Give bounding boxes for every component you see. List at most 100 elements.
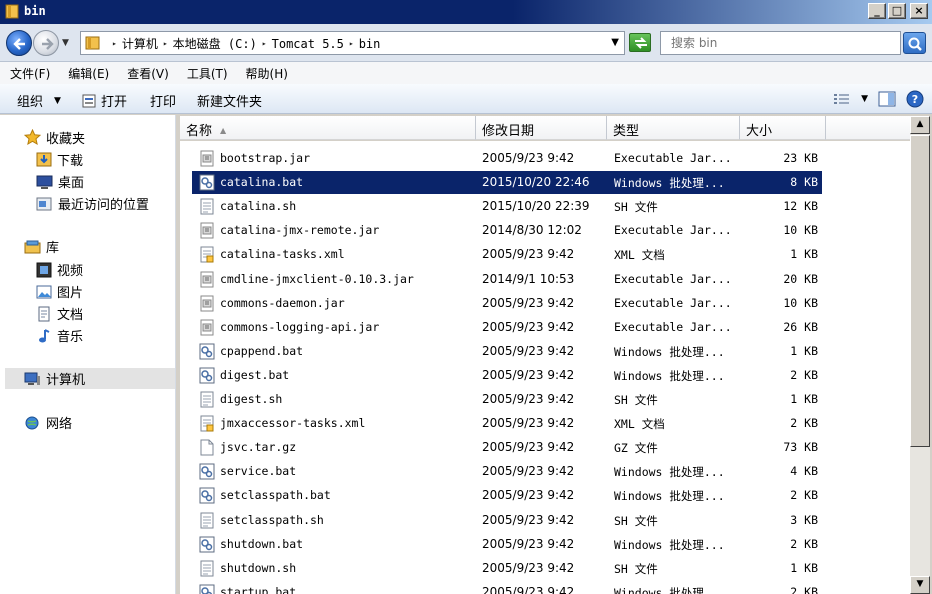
breadcrumb-separator-icon[interactable]: ▸ [262, 39, 267, 48]
open-button[interactable]: 打开 [82, 91, 127, 110]
file-name: commons-logging-api.jar [220, 319, 380, 334]
refresh-button[interactable] [629, 33, 651, 52]
recent-places-icon [36, 197, 52, 210]
breadcrumb-separator-icon[interactable]: ▸ [112, 39, 117, 48]
nav-videos[interactable]: 视频 [36, 260, 83, 279]
nav-pictures[interactable]: 图片 [36, 282, 83, 301]
nav-documents[interactable]: 文档 [36, 304, 83, 323]
view-options-icon[interactable] [833, 92, 851, 106]
breadcrumb-computer[interactable]: 计算机 [122, 35, 158, 52]
vertical-scrollbar[interactable]: ▲ ▼ [910, 116, 930, 594]
file-row[interactable]: catalina-jmx-remote.jar 2014/8/30 12:02 Ex… [192, 219, 822, 242]
preview-pane-icon[interactable] [878, 91, 896, 107]
file-row[interactable]: cmdline-jmxclient-0.10.3.jar 2014/9/1 10:… [192, 268, 822, 291]
breadcrumb-separator-icon[interactable]: ▸ [163, 39, 168, 48]
file-type: SH 文件 [614, 200, 658, 215]
scroll-thumb[interactable] [910, 135, 930, 447]
bat-file-icon [199, 343, 215, 360]
column-header-type[interactable]: 类型 [607, 116, 740, 140]
scroll-up-button[interactable]: ▲ [910, 116, 930, 134]
file-row[interactable]: bootstrap.jar 2005/9/23 9:42 Executable Ja… [192, 147, 822, 170]
file-row[interactable]: digest.sh 2005/9/23 9:42 SH 文件 1 KB [192, 388, 822, 411]
menu-view[interactable]: 查看(V) [127, 65, 169, 82]
forward-arrow-icon [42, 38, 54, 50]
scroll-down-button[interactable]: ▼ [910, 576, 930, 594]
open-label: 打开 [101, 95, 128, 110]
file-row[interactable]: cpappend.bat 2005/9/23 9:42 Windows 批处理...… [192, 340, 822, 363]
nav-computer-label: 计算机 [46, 373, 86, 388]
file-row[interactable]: catalina.bat 2015/10/20 22:46 Windows 批处理.… [192, 171, 822, 195]
help-icon[interactable]: ? [906, 90, 924, 108]
nav-music[interactable]: 音乐 [36, 326, 83, 345]
file-date: 2005/9/23 9:42 [482, 464, 575, 479]
organize-button[interactable]: 组织 ▼ [17, 91, 61, 110]
minimize-button[interactable]: _ [868, 3, 886, 19]
nav-desktop[interactable]: 桌面 [36, 172, 84, 191]
file-row[interactable]: service.bat 2005/9/23 9:42 Windows 批处理... 4… [192, 460, 822, 483]
file-row[interactable]: commons-daemon.jar 2005/9/23 9:42 Executab… [192, 292, 822, 315]
file-name: jsvc.tar.gz [220, 440, 297, 455]
maximize-button[interactable]: □ [888, 3, 906, 19]
file-row[interactable]: catalina.sh 2015/10/20 22:39 SH 文件 12 KB [192, 195, 822, 218]
file-size: 12 KB [783, 199, 818, 214]
file-type: SH 文件 [614, 561, 658, 576]
file-row[interactable]: catalina-tasks.xml 2005/9/23 9:42 XML 文档 1 … [192, 243, 822, 266]
breadcrumb-tomcat[interactable]: Tomcat 5.5 [272, 37, 344, 51]
file-row[interactable]: jsvc.tar.gz 2005/9/23 9:42 GZ 文件 73 KB [192, 436, 822, 459]
column-header-date[interactable]: 修改日期 [476, 116, 607, 140]
file-row[interactable]: startup.bat 2005/9/23 9:42 Windows 批处理... 2… [192, 581, 822, 594]
file-name: catalina.sh [220, 199, 297, 214]
file-row[interactable]: shutdown.sh 2005/9/23 9:42 SH 文件 1 KB [192, 557, 822, 580]
title-bar[interactable]: bin _ □ × [0, 0, 932, 24]
address-field[interactable]: ▸ 计算机 ▸ 本地磁盘 (C:) ▸ Tomcat 5.5 ▸ bin ▼ [80, 31, 625, 55]
nav-recent-places[interactable]: 最近访问的位置 [36, 194, 149, 213]
print-button[interactable]: 打印 [150, 91, 176, 110]
text-file-icon [199, 391, 215, 408]
nav-libraries[interactable]: 库 [24, 237, 59, 256]
column-header-name[interactable]: 名称 ▲ [180, 116, 476, 140]
file-row[interactable]: shutdown.bat 2005/9/23 9:42 Windows 批处理...… [192, 533, 822, 556]
file-row[interactable]: jmxaccessor-tasks.xml 2005/9/23 9:42 XML 文… [192, 412, 822, 435]
forward-button[interactable] [33, 30, 59, 56]
file-size: 2 KB [790, 367, 818, 382]
breadcrumb-local-disk[interactable]: 本地磁盘 (C:) [173, 35, 257, 52]
search-button[interactable] [903, 32, 926, 54]
file-row[interactable]: commons-logging-api.jar 2005/9/23 9:42 Exe… [192, 316, 822, 339]
file-name: digest.sh [220, 392, 283, 406]
search-input[interactable] [671, 33, 901, 53]
bat-file-icon [199, 463, 215, 480]
file-type: XML 文档 [614, 248, 665, 263]
new-folder-button[interactable]: 新建文件夹 [197, 91, 262, 110]
close-button[interactable]: × [910, 3, 928, 19]
file-row[interactable]: setclasspath.bat 2005/9/23 9:42 Windows 批处… [192, 484, 822, 507]
breadcrumb: ▸ 计算机 ▸ 本地磁盘 (C:) ▸ Tomcat 5.5 ▸ bin [107, 35, 380, 52]
menu-help[interactable]: 帮助(H) [246, 65, 288, 82]
nav-network[interactable]: 网络 [24, 413, 72, 432]
menu-file[interactable]: 文件(F) [10, 65, 50, 82]
file-type: Windows 批处理... [614, 176, 725, 191]
file-row[interactable]: setclasspath.sh 2005/9/23 9:42 SH 文件 3 KB [192, 509, 822, 532]
file-date: 2015/10/20 22:39 [482, 199, 590, 214]
address-history-dropdown[interactable]: ▼ [611, 37, 619, 48]
xml-file-icon [199, 246, 215, 263]
recent-pages-dropdown[interactable]: ▼ [62, 38, 69, 48]
nav-favorites[interactable]: 收藏夹 [24, 128, 85, 147]
bat-file-icon [199, 487, 215, 504]
breadcrumb-separator-icon[interactable]: ▸ [349, 39, 354, 48]
column-header-size[interactable]: 大小 [740, 116, 826, 140]
menu-tools[interactable]: 工具(T) [187, 65, 228, 82]
file-size: 2 KB [790, 488, 818, 503]
back-button[interactable] [6, 30, 32, 56]
breadcrumb-bin[interactable]: bin [359, 37, 381, 51]
file-size: 3 KB [790, 512, 818, 527]
file-size: 1 KB [790, 247, 818, 262]
search-field[interactable] [660, 31, 901, 55]
view-dropdown-icon[interactable]: ▼ [861, 94, 868, 104]
file-size: 10 KB [783, 223, 818, 238]
nav-downloads[interactable]: 下载 [36, 150, 83, 169]
nav-computer[interactable]: 计算机 [5, 368, 175, 389]
menu-edit[interactable]: 编辑(E) [68, 65, 109, 82]
nav-libraries-label: 库 [46, 241, 60, 256]
file-row[interactable]: digest.bat 2005/9/23 9:42 Windows 批处理... 2 … [192, 364, 822, 387]
nav-favorites-label: 收藏夹 [46, 132, 86, 147]
